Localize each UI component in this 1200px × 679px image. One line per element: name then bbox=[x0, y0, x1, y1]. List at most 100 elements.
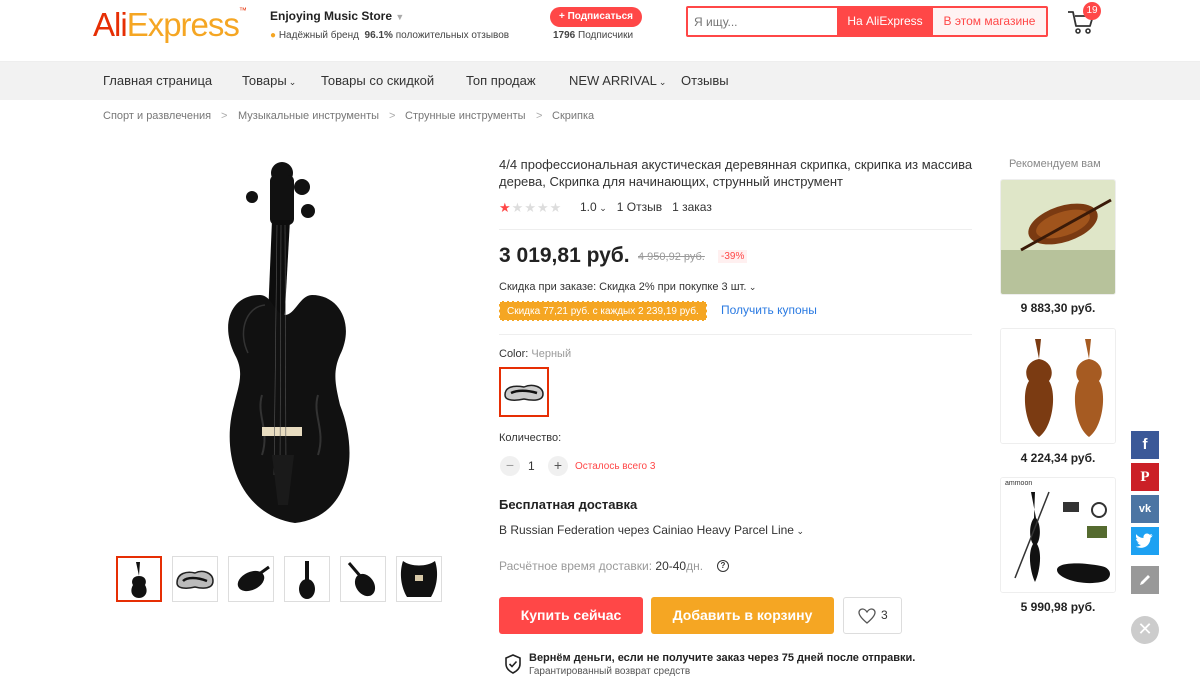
nav-products[interactable]: Товары ⌄ bbox=[242, 62, 296, 100]
store-nav: Главная страница Товары ⌄ Товары со скидк… bbox=[0, 62, 1200, 100]
rating-value[interactable]: 1.0 bbox=[580, 200, 597, 214]
nav-home[interactable]: Главная страница bbox=[103, 62, 212, 100]
star-filled-icon: ★ bbox=[499, 200, 512, 215]
subscribers-number: 1796 bbox=[553, 30, 576, 41]
chevron-down-icon: ⌄ bbox=[596, 203, 607, 213]
color-swatch-black[interactable] bbox=[499, 367, 549, 417]
trademark-icon: ™ bbox=[238, 6, 247, 15]
discount-badge: -39% bbox=[718, 250, 748, 263]
color-label-text: Color: bbox=[499, 348, 529, 360]
eta-label: Расчётное время доставки: bbox=[499, 559, 653, 573]
breadcrumb-item[interactable]: Спорт и развлечения bbox=[103, 110, 211, 122]
pinterest-icon[interactable]: P bbox=[1131, 463, 1159, 491]
breadcrumb-item[interactable]: Музыкальные инструменты bbox=[238, 110, 379, 122]
product-thumbnail[interactable] bbox=[172, 556, 218, 602]
recommend-item[interactable] bbox=[1000, 328, 1116, 444]
store-name-text: Enjoying Music Store bbox=[270, 9, 393, 23]
product-thumbnail[interactable] bbox=[284, 556, 330, 602]
recommend-price: 4 224,34 руб. bbox=[1020, 451, 1096, 465]
buy-now-button[interactable]: Купить сейчас bbox=[499, 597, 643, 634]
nav-top-sales[interactable]: Топ продаж bbox=[466, 62, 536, 100]
help-icon[interactable]: ? bbox=[717, 560, 729, 572]
product-thumbnail[interactable] bbox=[228, 556, 274, 602]
recommend-item[interactable] bbox=[1000, 179, 1116, 295]
guarantee-title: Вернём деньги, если не получите заказ че… bbox=[529, 652, 916, 664]
search-bar: На AliExpress В этом магазине bbox=[686, 6, 1048, 37]
product-title: 4/4 профессиональная акустическая деревя… bbox=[499, 157, 973, 189]
wishlist-button[interactable] bbox=[843, 597, 902, 634]
recommend-item[interactable]: ammoon bbox=[1000, 477, 1116, 593]
star-empty-icon: ★ bbox=[524, 200, 537, 215]
shipping-title: Бесплатная доставка bbox=[499, 497, 638, 512]
divider bbox=[499, 334, 972, 335]
store-meta: ● Надёжный бренд 96.1% положительных отз… bbox=[270, 30, 509, 41]
orders-count: 1 заказ bbox=[672, 200, 712, 214]
subscribe-button[interactable]: + Подписаться bbox=[550, 7, 643, 27]
old-price: 4 950,92 руб. bbox=[638, 251, 705, 263]
shield-check-icon bbox=[503, 654, 523, 674]
logo-text-express: Express bbox=[126, 6, 240, 43]
wishlist-count: 3 bbox=[881, 608, 888, 622]
delivery-eta: Расчётное время доставки: 20-40дн. bbox=[499, 559, 703, 573]
product-thumbnail[interactable] bbox=[396, 556, 442, 602]
breadcrumb-separator-icon: > bbox=[536, 110, 543, 122]
search-aliexpress-button[interactable]: На AliExpress bbox=[837, 8, 933, 35]
quantity-decrease-button[interactable]: − bbox=[500, 456, 520, 476]
get-coupons-link[interactable]: Получить купоны bbox=[721, 303, 817, 317]
star-empty-icon: ★ bbox=[549, 200, 563, 215]
current-price: 3 019,81 руб. bbox=[499, 244, 630, 267]
chevron-down-icon: ⌄ bbox=[746, 282, 757, 292]
nav-products-label: Товары bbox=[242, 73, 287, 88]
star-empty-icon: ★ bbox=[511, 200, 525, 215]
recommend-brand: ammoon bbox=[1005, 480, 1033, 487]
product-main-image[interactable] bbox=[190, 155, 390, 540]
stock-left: Осталось всего 3 bbox=[575, 461, 656, 472]
chevron-down-icon: ▼ bbox=[395, 12, 405, 22]
facebook-icon[interactable]: f bbox=[1131, 431, 1159, 459]
close-icon[interactable]: ✕ bbox=[1131, 616, 1159, 644]
twitter-icon[interactable] bbox=[1131, 527, 1159, 555]
nav-new-arrival[interactable]: NEW ARRIVAL ⌄ bbox=[569, 62, 666, 100]
product-thumbnail[interactable] bbox=[340, 556, 386, 602]
logo-text-ali: Ali bbox=[93, 6, 128, 43]
nav-reviews[interactable]: Отзывы bbox=[681, 62, 729, 100]
heart-icon bbox=[858, 608, 876, 624]
eta-unit: дн. bbox=[686, 559, 704, 573]
subscribers-count: 1796 Подписчики bbox=[553, 30, 633, 41]
breadcrumb-separator-icon: > bbox=[221, 110, 228, 122]
subscribers-label: Подписчики bbox=[578, 30, 634, 41]
store-name[interactable]: Enjoying Music Store ▼ bbox=[270, 9, 404, 23]
site-header: AliExpress™ Enjoying Music Store ▼ ● Над… bbox=[0, 0, 1200, 62]
breadcrumb-item[interactable]: Струнные инструменты bbox=[405, 110, 526, 122]
search-store-button[interactable]: В этом магазине bbox=[933, 8, 1046, 35]
shipping-method[interactable]: В Russian Federation через Cainiao Heavy… bbox=[499, 523, 804, 537]
search-input[interactable] bbox=[694, 10, 834, 33]
nav-new-arrival-label: NEW ARRIVAL bbox=[569, 73, 657, 88]
aliexpress-logo[interactable]: AliExpress™ bbox=[93, 6, 247, 44]
order-discount-text: Скидка при заказе: Скидка 2% при покупке… bbox=[499, 281, 747, 293]
chevron-down-icon: ⌄ bbox=[288, 77, 297, 87]
pencil-icon[interactable] bbox=[1131, 566, 1159, 594]
add-to-cart-button[interactable]: Добавить в корзину bbox=[651, 597, 834, 634]
quantity-increase-button[interactable]: + bbox=[548, 456, 568, 476]
cart-count-badge: 19 bbox=[1083, 2, 1101, 20]
order-discount[interactable]: Скидка при заказе: Скидка 2% при покупке… bbox=[499, 281, 756, 293]
color-value: Черный bbox=[531, 348, 572, 360]
breadcrumb-separator-icon: > bbox=[389, 110, 396, 122]
chevron-down-icon: ⌄ bbox=[793, 526, 805, 536]
rating-meta: 1.0 ⌄ 1 Отзыв 1 заказ bbox=[580, 200, 712, 214]
vk-icon[interactable]: vk bbox=[1131, 495, 1159, 523]
nav-sale[interactable]: Товары со скидкой bbox=[321, 62, 434, 100]
recommend-price: 9 883,30 руб. bbox=[1020, 301, 1096, 315]
eta-value: 20-40 bbox=[655, 559, 687, 573]
star-empty-icon: ★ bbox=[536, 200, 550, 215]
color-label: Color: Черный bbox=[499, 348, 571, 360]
recommend-price: 5 990,98 руб. bbox=[1020, 600, 1096, 614]
breadcrumb-item[interactable]: Скрипка bbox=[552, 110, 594, 122]
reviews-link[interactable]: 1 Отзыв bbox=[617, 200, 662, 214]
quantity-value[interactable]: 1 bbox=[528, 459, 535, 473]
product-thumbnail[interactable] bbox=[116, 556, 162, 602]
trusted-brand-label: Надёжный бренд bbox=[278, 30, 359, 41]
chevron-down-icon: ⌄ bbox=[658, 77, 667, 87]
quantity-label: Количество: bbox=[499, 432, 562, 444]
